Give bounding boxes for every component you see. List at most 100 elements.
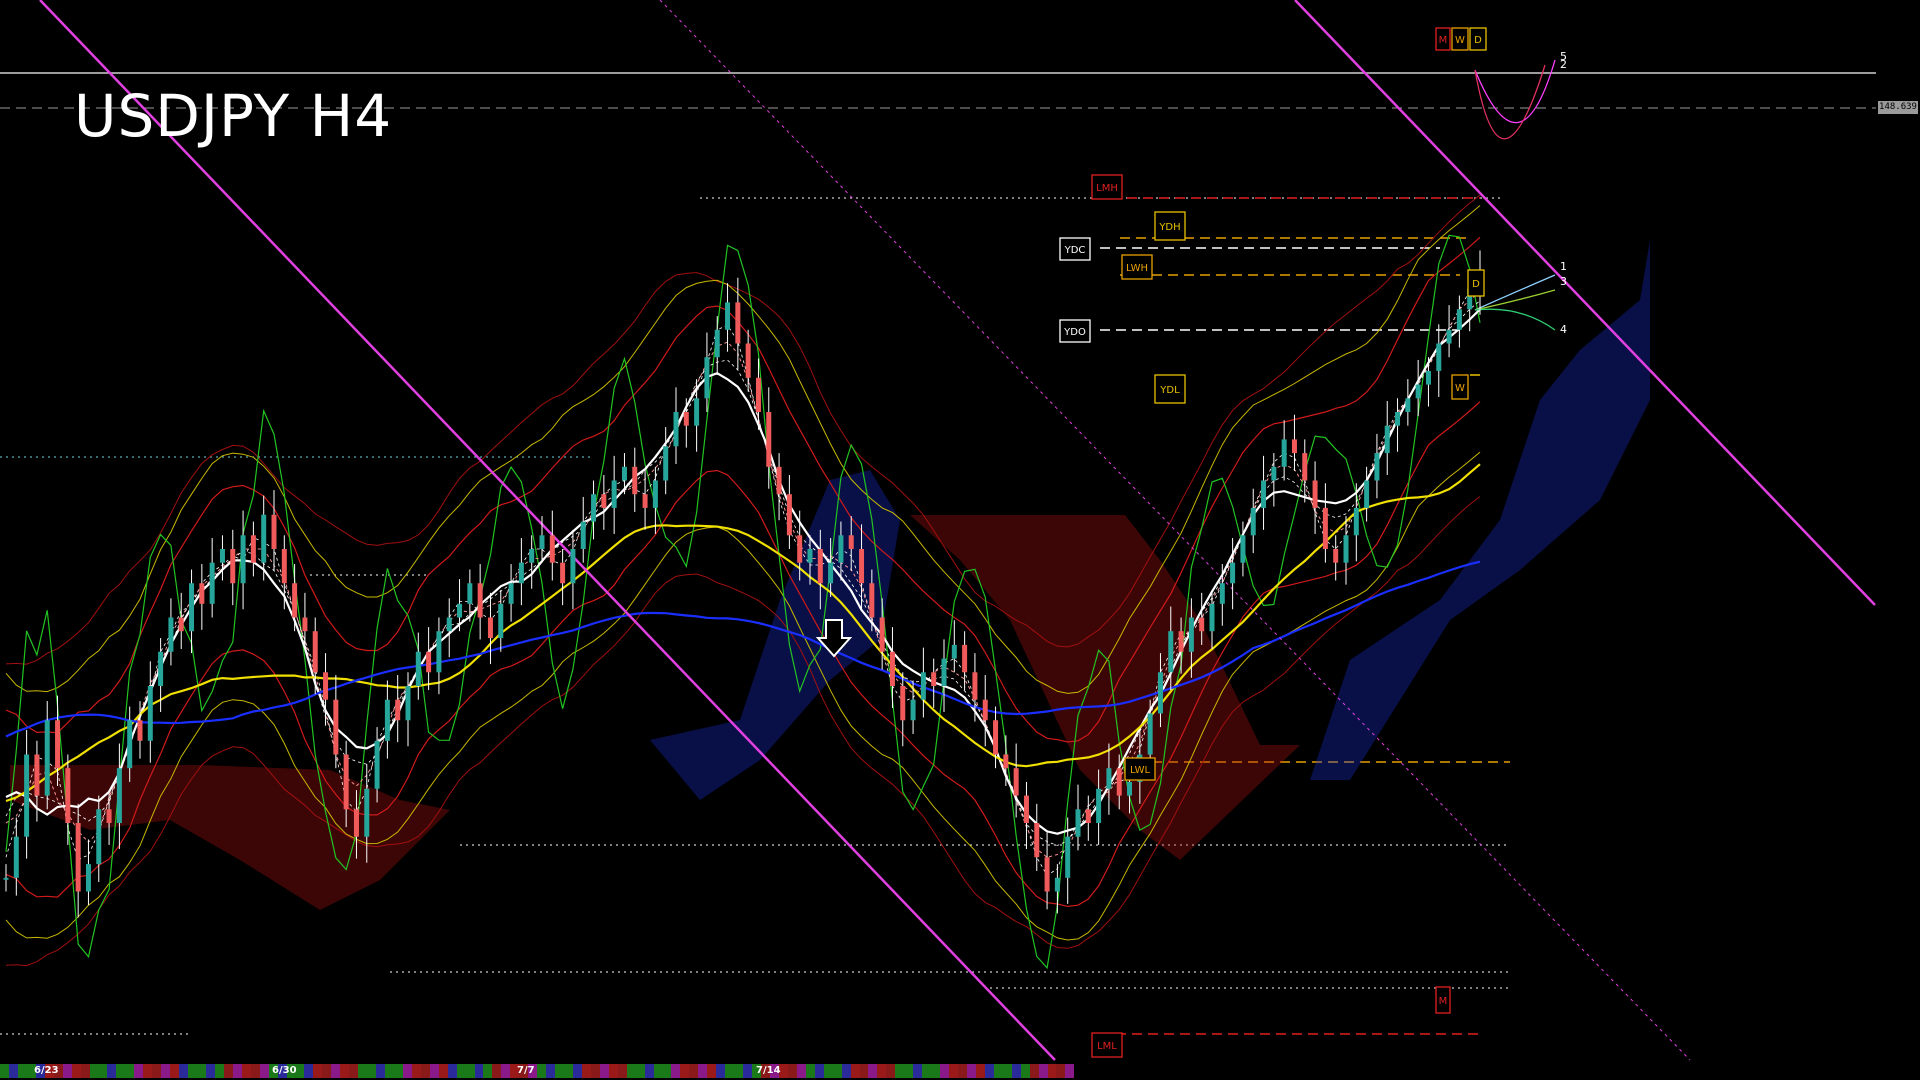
date-strip-cell (447, 1064, 457, 1078)
candle-body (457, 603, 463, 618)
date-strip-cell (993, 1064, 1003, 1078)
candle-body (621, 466, 627, 481)
level-box-m: M (1435, 986, 1451, 1014)
date-strip-cell (170, 1064, 180, 1078)
date-strip-cell (608, 1064, 618, 1078)
date-strip-cell (214, 1064, 224, 1078)
candle-body (1405, 398, 1411, 412)
date-strip-cell (0, 1064, 9, 1078)
date-strip-cell (975, 1064, 985, 1078)
level-box-ydh: YDH (1154, 211, 1186, 241)
level-box-lwl: LWL (1124, 757, 1156, 781)
candle-body (1312, 480, 1318, 508)
candle-body (85, 864, 91, 892)
date-strip-cell (1038, 1064, 1048, 1078)
date-strip-cell (680, 1064, 690, 1078)
candle-body (13, 836, 19, 878)
candle-body (745, 343, 751, 378)
candle-body (962, 644, 968, 673)
candle-body (1054, 877, 1060, 892)
candle-body (364, 788, 370, 837)
date-strip-cell (787, 1064, 797, 1078)
date-strip-cell (98, 1064, 108, 1078)
date-strip-cell (859, 1064, 869, 1078)
candle-body (426, 651, 432, 673)
candle-body (1013, 768, 1019, 796)
date-strip-cell (716, 1064, 726, 1078)
date-strip-cell (546, 1064, 556, 1078)
candle-body (807, 549, 813, 563)
candle-body (786, 494, 792, 536)
date-strip-cell (734, 1064, 744, 1078)
price-chart[interactable]: 52134 M W DLMHYDHYDCLWHYDOYDLLWLDWMLML (0, 0, 1920, 1080)
date-strip-cell (966, 1064, 976, 1078)
candle-body (271, 514, 277, 549)
date-strip-cell (617, 1064, 627, 1078)
level-box-label: YDO (1063, 327, 1086, 338)
candle-body (1188, 617, 1194, 652)
candle-body (1157, 672, 1163, 714)
candle-body (755, 377, 761, 412)
level-box-label: D (1472, 279, 1480, 290)
date-strip-cell (796, 1064, 806, 1078)
date-strip-cell (626, 1064, 636, 1078)
date-strip-cell (62, 1064, 72, 1078)
date-strip-cell (17, 1064, 27, 1078)
date-strip-cell (465, 1064, 475, 1078)
candle-body (1085, 809, 1091, 823)
candle-body (467, 583, 473, 604)
candle-body (1271, 466, 1277, 481)
level-box-ydl: YDL (1154, 374, 1186, 404)
candle-body (879, 617, 885, 652)
candle-body (44, 720, 50, 796)
candle-body (828, 562, 834, 584)
candle-body (1364, 480, 1370, 508)
date-strip-cell (671, 1064, 681, 1078)
date-label: 7/14 (756, 1065, 781, 1076)
candle-body (230, 549, 236, 584)
candle-body (3, 877, 9, 880)
level-box-lmh: LMH (1091, 174, 1123, 200)
candle-body (1261, 480, 1267, 508)
candle-body (75, 823, 81, 892)
candle-body (869, 583, 875, 618)
level-box-label: M (1439, 996, 1448, 1007)
candle-body (405, 686, 411, 721)
candle-body (302, 617, 308, 632)
candle-body (972, 672, 978, 700)
date-strip-cell (1065, 1064, 1075, 1078)
date-strip-cell (573, 1064, 582, 1078)
candle-body (1291, 439, 1297, 454)
candle-body (1209, 603, 1215, 632)
date-strip-cell (492, 1064, 502, 1078)
candle-body (889, 651, 895, 686)
date-strip-cell (8, 1064, 18, 1078)
date-strip-cell (1047, 1064, 1057, 1078)
candle-body (168, 617, 174, 652)
level-box-w: W (1451, 374, 1469, 400)
candle-body (446, 617, 452, 632)
date-strip-cell (143, 1064, 153, 1078)
level-box-lwh: LWH (1121, 254, 1153, 280)
level-box-label: YDL (1159, 385, 1180, 396)
date-strip-cell (393, 1064, 403, 1078)
candle-body (353, 809, 359, 837)
date-strip-cell (1020, 1064, 1030, 1078)
candle-body (1147, 713, 1153, 755)
date-strip-cell (949, 1064, 958, 1078)
candle-body (240, 535, 246, 584)
date-strip-cell (376, 1064, 385, 1078)
date-strip-cell (188, 1064, 197, 1078)
date-strip-cell (895, 1064, 905, 1078)
date-strip-cell (743, 1064, 753, 1078)
date-strip-cell (313, 1064, 323, 1078)
candle-body (1425, 370, 1431, 385)
candle-body (652, 480, 658, 508)
candle-body (261, 514, 267, 563)
level-box-label: W (1455, 35, 1465, 46)
projection-label: 4 (1560, 323, 1567, 336)
date-strip-cell (698, 1064, 708, 1078)
candle-body (1436, 343, 1442, 371)
level-box-m: M (1435, 27, 1451, 51)
candle-body (776, 466, 782, 495)
